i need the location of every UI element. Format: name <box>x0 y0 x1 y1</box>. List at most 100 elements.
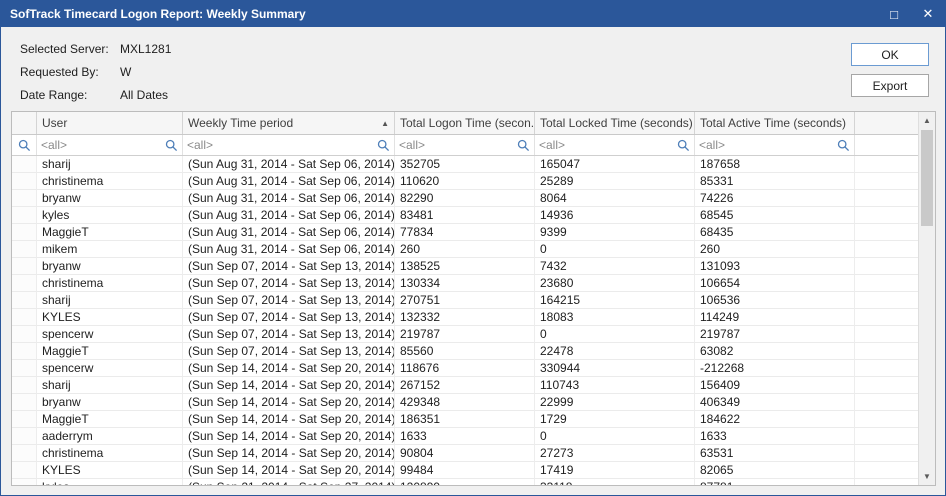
cell-user[interactable]: bryanw <box>37 190 183 207</box>
cell-user[interactable]: MaggieT <box>37 224 183 241</box>
cell-period[interactable]: (Sun Aug 31, 2014 - Sat Sep 06, 2014) <box>183 224 395 241</box>
cell-user[interactable]: MaggieT <box>37 343 183 360</box>
cell-user[interactable]: mikem <box>37 241 183 258</box>
filter-cell-locked[interactable]: <all> <box>535 135 695 155</box>
table-row[interactable]: MaggieT(Sun Sep 14, 2014 - Sat Sep 20, 2… <box>12 411 918 428</box>
cell-user[interactable]: spencerw <box>37 360 183 377</box>
cell-locked[interactable]: 7432 <box>535 258 695 275</box>
cell-logon[interactable]: 260 <box>395 241 535 258</box>
cell-active[interactable]: 68435 <box>695 224 855 241</box>
cell-user[interactable]: aaderrym <box>37 428 183 445</box>
cell-logon[interactable]: 132332 <box>395 309 535 326</box>
column-header-user[interactable]: User <box>37 112 183 134</box>
table-row[interactable]: MaggieT(Sun Aug 31, 2014 - Sat Sep 06, 2… <box>12 224 918 241</box>
cell-active[interactable]: 106536 <box>695 292 855 309</box>
cell-period[interactable]: (Sun Sep 07, 2014 - Sat Sep 13, 2014) <box>183 275 395 292</box>
column-header-active[interactable]: Total Active Time (seconds) <box>695 112 855 134</box>
cell-logon[interactable]: 85560 <box>395 343 535 360</box>
cell-logon[interactable]: 83481 <box>395 207 535 224</box>
cell-logon[interactable]: 120899 <box>395 479 535 485</box>
table-row[interactable]: mikem(Sun Aug 31, 2014 - Sat Sep 06, 201… <box>12 241 918 258</box>
filter-cell-logon[interactable]: <all> <box>395 135 535 155</box>
cell-logon[interactable]: 77834 <box>395 224 535 241</box>
cell-active[interactable]: -212268 <box>695 360 855 377</box>
cell-logon[interactable]: 352705 <box>395 156 535 173</box>
table-row[interactable]: kyles(Sun Sep 21, 2014 - Sat Sep 27, 201… <box>12 479 918 485</box>
cell-user[interactable]: spencerw <box>37 326 183 343</box>
cell-active[interactable]: 187658 <box>695 156 855 173</box>
cell-locked[interactable]: 0 <box>535 428 695 445</box>
scrollbar-track[interactable] <box>919 129 935 468</box>
cell-active[interactable]: 106654 <box>695 275 855 292</box>
cell-locked[interactable]: 17419 <box>535 462 695 479</box>
cell-active[interactable]: 85331 <box>695 173 855 190</box>
cell-locked[interactable]: 330944 <box>535 360 695 377</box>
cell-user[interactable]: christinema <box>37 173 183 190</box>
table-row[interactable]: KYLES(Sun Sep 14, 2014 - Sat Sep 20, 201… <box>12 462 918 479</box>
search-icon[interactable] <box>18 139 31 152</box>
cell-active[interactable]: 63531 <box>695 445 855 462</box>
column-header-logon[interactable]: Total Logon Time (secon... <box>395 112 535 134</box>
cell-user[interactable]: KYLES <box>37 309 183 326</box>
cell-period[interactable]: (Sun Sep 21, 2014 - Sat Sep 27, 2014) <box>183 479 395 485</box>
table-row[interactable]: bryanw(Sun Sep 14, 2014 - Sat Sep 20, 20… <box>12 394 918 411</box>
cell-locked[interactable]: 18083 <box>535 309 695 326</box>
cell-period[interactable]: (Sun Sep 14, 2014 - Sat Sep 20, 2014) <box>183 411 395 428</box>
cell-period[interactable]: (Sun Aug 31, 2014 - Sat Sep 06, 2014) <box>183 241 395 258</box>
cell-active[interactable]: 1633 <box>695 428 855 445</box>
table-row[interactable]: KYLES(Sun Sep 07, 2014 - Sat Sep 13, 201… <box>12 309 918 326</box>
cell-logon[interactable]: 186351 <box>395 411 535 428</box>
export-button[interactable]: Export <box>851 74 929 97</box>
table-row[interactable]: christinema(Sun Aug 31, 2014 - Sat Sep 0… <box>12 173 918 190</box>
filter-cell-active[interactable]: <all> <box>695 135 855 155</box>
cell-active[interactable]: 68545 <box>695 207 855 224</box>
cell-user[interactable]: MaggieT <box>37 411 183 428</box>
cell-active[interactable]: 114249 <box>695 309 855 326</box>
table-row[interactable]: sharij(Sun Aug 31, 2014 - Sat Sep 06, 20… <box>12 156 918 173</box>
table-row[interactable]: kyles(Sun Aug 31, 2014 - Sat Sep 06, 201… <box>12 207 918 224</box>
cell-locked[interactable]: 14936 <box>535 207 695 224</box>
cell-period[interactable]: (Sun Sep 14, 2014 - Sat Sep 20, 2014) <box>183 394 395 411</box>
cell-logon[interactable]: 429348 <box>395 394 535 411</box>
table-row[interactable]: MaggieT(Sun Sep 07, 2014 - Sat Sep 13, 2… <box>12 343 918 360</box>
cell-locked[interactable]: 27273 <box>535 445 695 462</box>
cell-user[interactable]: kyles <box>37 207 183 224</box>
cell-active[interactable]: 87781 <box>695 479 855 485</box>
column-header-locked[interactable]: Total Locked Time (seconds) <box>535 112 695 134</box>
table-row[interactable]: spencerw(Sun Sep 14, 2014 - Sat Sep 20, … <box>12 360 918 377</box>
cell-locked[interactable]: 25289 <box>535 173 695 190</box>
filter-cell-period[interactable]: <all> <box>183 135 395 155</box>
ok-button[interactable]: OK <box>851 43 929 66</box>
cell-logon[interactable]: 1633 <box>395 428 535 445</box>
cell-user[interactable]: kyles <box>37 479 183 485</box>
cell-logon[interactable]: 138525 <box>395 258 535 275</box>
close-icon[interactable]: ✕ <box>911 1 945 27</box>
cell-period[interactable]: (Sun Aug 31, 2014 - Sat Sep 06, 2014) <box>183 156 395 173</box>
table-row[interactable]: sharij(Sun Sep 07, 2014 - Sat Sep 13, 20… <box>12 292 918 309</box>
cell-period[interactable]: (Sun Sep 14, 2014 - Sat Sep 20, 2014) <box>183 428 395 445</box>
cell-active[interactable]: 82065 <box>695 462 855 479</box>
cell-logon[interactable]: 267152 <box>395 377 535 394</box>
cell-user[interactable]: christinema <box>37 275 183 292</box>
cell-locked[interactable]: 8064 <box>535 190 695 207</box>
cell-period[interactable]: (Sun Sep 14, 2014 - Sat Sep 20, 2014) <box>183 445 395 462</box>
cell-locked[interactable]: 0 <box>535 326 695 343</box>
search-icon[interactable] <box>377 139 390 152</box>
scroll-down-icon[interactable]: ▼ <box>919 468 935 485</box>
cell-active[interactable]: 184622 <box>695 411 855 428</box>
cell-period[interactable]: (Sun Aug 31, 2014 - Sat Sep 06, 2014) <box>183 173 395 190</box>
vertical-scrollbar[interactable]: ▲ ▼ <box>918 112 935 485</box>
cell-active[interactable]: 219787 <box>695 326 855 343</box>
titlebar[interactable]: SofTrack Timecard Logon Report: Weekly S… <box>1 1 945 27</box>
cell-logon[interactable]: 110620 <box>395 173 535 190</box>
cell-period[interactable]: (Sun Aug 31, 2014 - Sat Sep 06, 2014) <box>183 207 395 224</box>
filter-cell-indicator[interactable] <box>12 135 37 155</box>
cell-locked[interactable]: 22478 <box>535 343 695 360</box>
cell-active[interactable]: 131093 <box>695 258 855 275</box>
cell-logon[interactable]: 99484 <box>395 462 535 479</box>
search-icon[interactable] <box>165 139 178 152</box>
cell-user[interactable]: bryanw <box>37 394 183 411</box>
table-row[interactable]: aaderrym(Sun Sep 14, 2014 - Sat Sep 20, … <box>12 428 918 445</box>
cell-locked[interactable]: 9399 <box>535 224 695 241</box>
filter-cell-user[interactable]: <all> <box>37 135 183 155</box>
